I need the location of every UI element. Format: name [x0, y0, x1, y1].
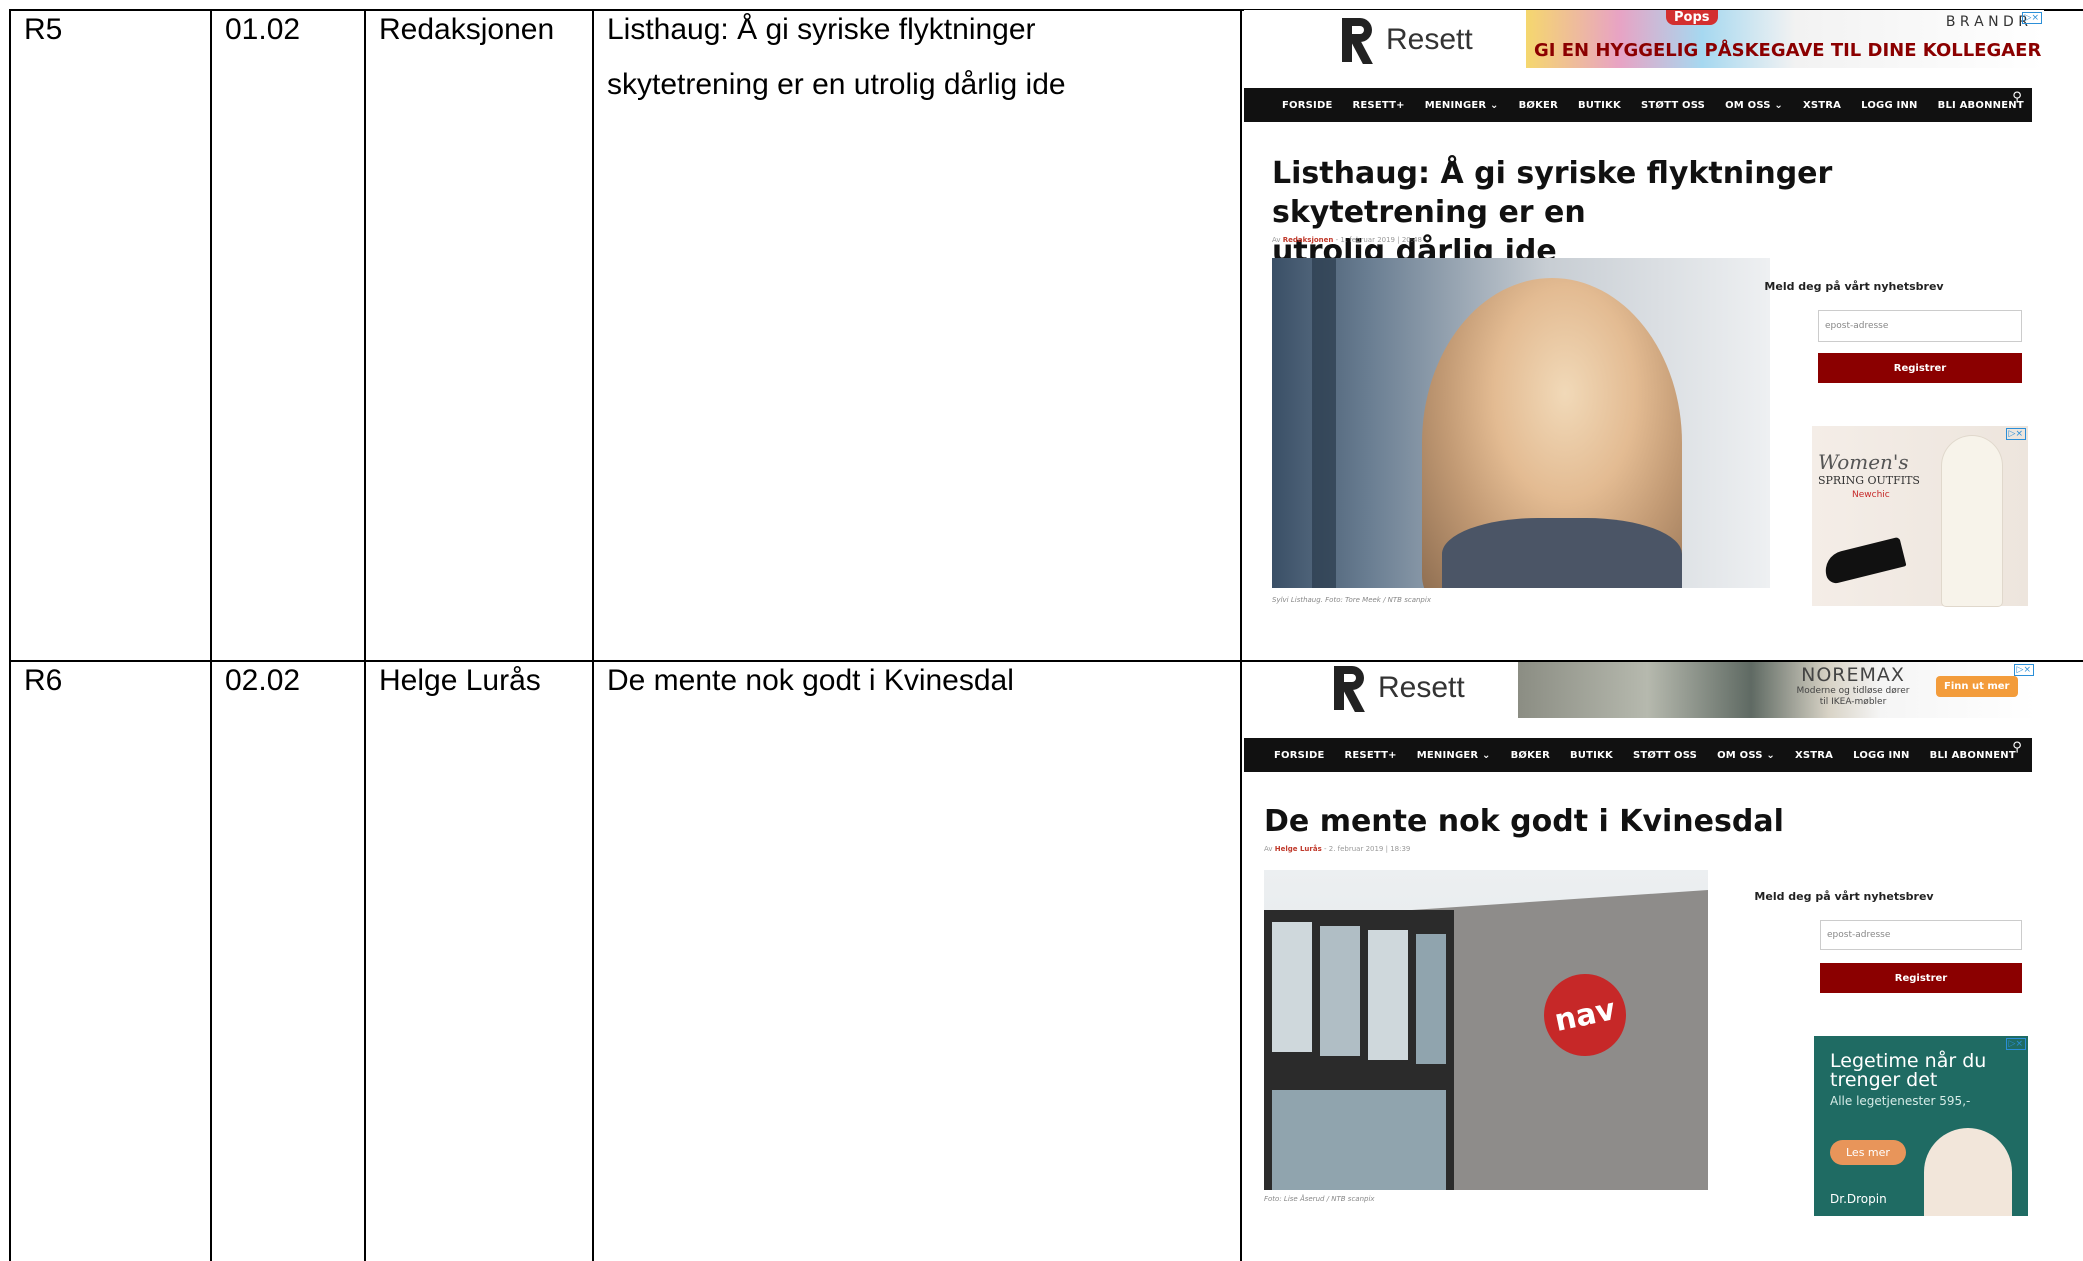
newsletter-heading: Meld deg på vårt nyhetsbrev: [1764, 280, 1944, 293]
email-field[interactable]: epost-adresse: [1818, 310, 2022, 342]
search-icon[interactable]: ⚲: [2012, 740, 2022, 755]
column-divider: [9, 9, 11, 1261]
side-ad-line: SPRING OUTFITS: [1818, 474, 1920, 487]
photo-caption: Foto: Lise Åserud / NTB scanpix: [1264, 1195, 1375, 1203]
article-headline: Listhaug: Å gi syriske flyktninger skyte…: [1272, 154, 2032, 271]
ad-banner-brand: NOREMAX: [1801, 664, 1905, 686]
nav-item[interactable]: RESETT+: [1345, 750, 1397, 761]
email-field[interactable]: epost-adresse: [1820, 920, 2022, 950]
nav-item[interactable]: BØKER: [1519, 100, 1558, 111]
nav-item[interactable]: STØTT OSS: [1633, 750, 1697, 761]
side-ad-title: Legetime når du trenger det: [1830, 1052, 1986, 1090]
nav-item[interactable]: OM OSS ⌄: [1725, 100, 1783, 111]
resett-logo-icon: [1342, 18, 1374, 64]
nav-item[interactable]: BLI ABONNENT: [1930, 750, 2016, 761]
row-id: R5: [24, 13, 63, 46]
search-icon[interactable]: ⚲: [2012, 90, 2022, 105]
side-ad-brand: Newchic: [1852, 490, 1890, 500]
side-ad-script: Women's: [1818, 450, 1909, 474]
article-byline: Av Redaksjonen - 1. februar 2019 | 20:48: [1272, 236, 1422, 244]
row-date: 02.02: [225, 664, 301, 697]
row-title: Listhaug: Å gi syriske flyktninger skyte…: [607, 2, 1066, 112]
row-id: R6: [24, 664, 63, 697]
photo-caption: Sylvi Listhaug. Foto: Tore Meek / NTB sc…: [1272, 596, 1431, 604]
byline-date: - 2. februar 2019 | 18:39: [1324, 845, 1411, 853]
ad-close-icon[interactable]: ▷×: [2021, 12, 2042, 24]
row-author: Redaksjonen: [379, 13, 555, 46]
nav-item[interactable]: XSTRA: [1795, 750, 1833, 761]
newsletter-heading: Meld deg på vårt nyhetsbrev: [1754, 890, 1934, 903]
byline-author[interactable]: Helge Lurås: [1275, 845, 1322, 853]
article-byline: Av Helge Lurås - 2. februar 2019 | 18:39: [1264, 845, 1410, 853]
ad-banner-pops: Pops: [1666, 10, 1718, 25]
column-divider: [1240, 9, 1242, 1261]
side-ad-sub: Alle legetjenester 595,-: [1830, 1094, 1971, 1108]
row-title: De mente nok godt i Kvinesdal: [607, 664, 1014, 697]
side-ad-button[interactable]: Les mer: [1830, 1140, 1906, 1165]
nav-item[interactable]: MENINGER ⌄: [1425, 100, 1499, 111]
article-screenshot: Resett NOREMAX Moderne og tidløse dører …: [1244, 662, 2044, 1261]
ad-close-icon[interactable]: ▷×: [2005, 1038, 2026, 1050]
register-button[interactable]: Registrer: [1818, 353, 2022, 383]
site-logo[interactable]: Resett: [1342, 18, 1473, 64]
ad-banner-brand: B R A N D R: [1945, 14, 2028, 30]
byline-prefix: Av: [1272, 236, 1281, 244]
nav-item[interactable]: OM OSS ⌄: [1717, 750, 1775, 761]
site-nav: FORSIDE RESETT+ MENINGER ⌄ BØKER BUTIKK …: [1244, 738, 2032, 772]
ad-banner[interactable]: Pops B R A N D R GI EN HYGGELIG PÅSKEGAV…: [1526, 10, 2044, 68]
column-divider: [210, 9, 212, 1261]
article-photo: [1272, 258, 1770, 588]
side-ad-title-line: trenger det: [1830, 1069, 1938, 1091]
byline-author[interactable]: Redaksjonen: [1283, 236, 1334, 244]
article-screenshot: Resett Pops B R A N D R GI EN HYGGELIG P…: [1244, 10, 2044, 610]
article-headline: De mente nok godt i Kvinesdal: [1264, 804, 1784, 839]
register-button[interactable]: Registrer: [1820, 963, 2022, 993]
byline-prefix: Av: [1264, 845, 1273, 853]
row-author: Helge Lurås: [379, 664, 541, 697]
side-ad-brand: Dr.Dropin: [1830, 1192, 1887, 1206]
nav-item[interactable]: RESETT+: [1353, 100, 1405, 111]
row-date: 01.02: [225, 13, 301, 46]
nav-item[interactable]: STØTT OSS: [1641, 100, 1705, 111]
ad-banner-cta[interactable]: Finn ut mer: [1936, 676, 2018, 697]
nav-item[interactable]: BUTIKK: [1570, 750, 1613, 761]
ad-banner-text: GI EN HYGGELIG PÅSKEGAVE TIL DINE KOLLEG…: [1534, 40, 2042, 61]
nav-item[interactable]: FORSIDE: [1282, 100, 1333, 111]
nav-item[interactable]: BLI ABONNENT: [1938, 100, 2024, 111]
ad-close-icon[interactable]: ▷×: [2013, 664, 2034, 676]
ad-banner[interactable]: NOREMAX Moderne og tidløse dører til IKE…: [1518, 662, 2036, 718]
nav-item[interactable]: XSTRA: [1803, 100, 1841, 111]
nav-item[interactable]: FORSIDE: [1274, 750, 1325, 761]
nav-item[interactable]: LOGG INN: [1861, 100, 1917, 111]
side-ad[interactable]: Women's SPRING OUTFITS Newchic ▷×: [1812, 426, 2028, 606]
resett-logo-icon: [1334, 666, 1366, 712]
article-headline-line: Listhaug: Å gi syriske flyktninger skyte…: [1272, 156, 1833, 230]
nav-item[interactable]: MENINGER ⌄: [1417, 750, 1491, 761]
nav-item[interactable]: BUTIKK: [1578, 100, 1621, 111]
nav-item[interactable]: BØKER: [1511, 750, 1550, 761]
article-photo: nav: [1264, 870, 1708, 1190]
side-ad[interactable]: Legetime når du trenger det Alle legetje…: [1814, 1036, 2028, 1216]
ad-banner-sub: Moderne og tidløse dører: [1796, 686, 1910, 696]
site-logo-text: Resett: [1378, 671, 1465, 704]
site-nav: FORSIDE RESETT+ MENINGER ⌄ BØKER BUTIKK …: [1244, 88, 2032, 122]
byline-date: - 1. februar 2019 | 20:48: [1335, 236, 1422, 244]
column-divider: [592, 9, 594, 1261]
ad-banner-sub: til IKEA-møbler: [1819, 697, 1887, 707]
site-logo-text: Resett: [1386, 23, 1473, 56]
row-title-line: Listhaug: Å gi syriske flyktninger: [607, 13, 1036, 46]
nav-item[interactable]: LOGG INN: [1853, 750, 1909, 761]
column-divider: [364, 9, 366, 1261]
ad-close-icon[interactable]: ▷×: [2005, 428, 2026, 440]
row-title-line: skytetrening er en utrolig dårlig ide: [607, 68, 1066, 101]
site-logo[interactable]: Resett: [1334, 666, 1465, 712]
